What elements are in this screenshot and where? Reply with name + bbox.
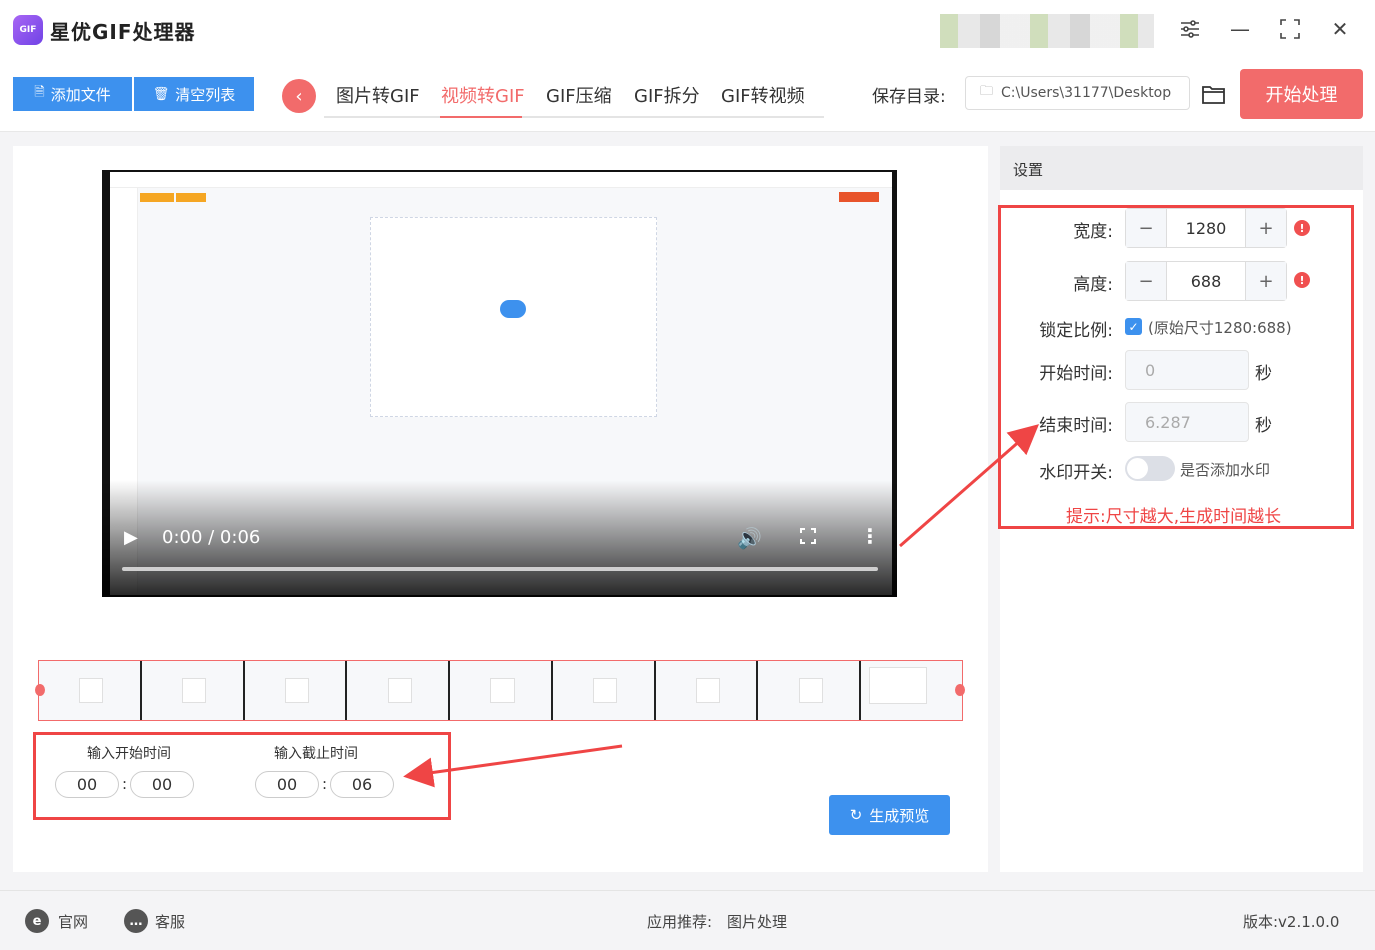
video-content-red-button — [839, 192, 879, 202]
width-warning-icon: ! — [1294, 220, 1310, 236]
tab-gif-to-video[interactable]: GIF转视频 — [721, 82, 805, 108]
height-increment-button[interactable]: + — [1246, 262, 1286, 300]
clear-list-label: 清空列表 — [175, 85, 236, 104]
video-content-orange-button — [140, 193, 174, 202]
width-label: 宽度: — [1073, 222, 1113, 242]
clear-list-button[interactable]: 🗑 清空列表 — [134, 77, 254, 111]
tab-video-to-gif[interactable]: 视频转GIF — [441, 82, 525, 108]
frame-filmstrip[interactable] — [38, 660, 963, 721]
settings-header: 设置 — [1000, 146, 1363, 190]
trim-start-label: 输入开始时间 — [87, 746, 171, 762]
height-warning-icon: ! — [1294, 272, 1310, 288]
start-time-unit: 秒 — [1255, 364, 1272, 384]
refresh-icon: ↻ — [849, 806, 863, 824]
tab-gif-split[interactable]: GIF拆分 — [634, 82, 700, 108]
watermark-toggle[interactable] — [1125, 456, 1175, 481]
width-decrement-button[interactable]: − — [1126, 209, 1166, 247]
lock-ratio-checkbox[interactable]: ✓ — [1125, 318, 1142, 335]
close-button[interactable]: ✕ — [1325, 14, 1355, 44]
add-file-label: 添加文件 — [50, 85, 111, 104]
maximize-button[interactable] — [1275, 14, 1305, 44]
filmstrip-frame — [758, 661, 862, 720]
recommend-link[interactable]: 图片处理 — [727, 911, 787, 932]
file-icon: 🗎 — [34, 85, 45, 100]
save-dir-value: C:\Users\31177\Desktop — [1001, 85, 1172, 101]
trim-end-minute-input[interactable]: 00 — [255, 771, 319, 798]
back-button[interactable]: ‹ — [282, 79, 316, 113]
tab-image-to-gif[interactable]: 图片转GIF — [336, 82, 420, 108]
trim-end-second-input[interactable]: 06 — [330, 771, 394, 798]
folder-outline-icon: 🗀 — [980, 84, 994, 99]
filmstrip-frame — [141, 661, 245, 720]
trim-start-handle[interactable] — [35, 684, 45, 696]
width-stepper[interactable]: − 1280 + — [1125, 208, 1287, 248]
recommend-label: 应用推荐: — [647, 913, 713, 931]
website-icon[interactable]: e — [25, 909, 49, 933]
end-time-label: 结束时间: — [1039, 416, 1113, 436]
website-link[interactable]: 官网 — [58, 911, 88, 932]
generate-preview-button[interactable]: ↻ 生成预览 — [829, 795, 950, 835]
save-dir-field[interactable]: 🗀 C:\Users\31177\Desktop — [965, 76, 1190, 110]
trim-start-second-input[interactable]: 00 — [130, 771, 194, 798]
original-size-text: (原始尺寸1280:688) — [1148, 319, 1292, 337]
height-decrement-button[interactable]: − — [1126, 262, 1166, 300]
version-text: 版本:v2.1.0.0 — [1243, 913, 1340, 931]
support-link[interactable]: 客服 — [155, 911, 185, 932]
trash-icon: 🗑 — [152, 86, 170, 102]
time-separator: : — [322, 775, 328, 793]
app-title: 星优GIF处理器 — [50, 20, 196, 44]
save-dir-label: 保存目录: — [872, 87, 946, 107]
filmstrip-frame — [244, 661, 348, 720]
width-value[interactable]: 1280 — [1166, 209, 1246, 247]
minimize-button[interactable]: — — [1225, 14, 1255, 44]
settings-sliders-icon[interactable] — [1175, 14, 1205, 44]
start-processing-button[interactable]: 开始处理 — [1240, 69, 1363, 119]
size-hint-text: 提示:尺寸越大,生成时间越长 — [1066, 507, 1282, 527]
height-stepper[interactable]: − 688 + — [1125, 261, 1287, 301]
watermark-label: 水印开关: — [1039, 463, 1113, 483]
end-time-unit: 秒 — [1255, 416, 1272, 436]
filmstrip-frame — [347, 661, 451, 720]
add-file-button[interactable]: 🗎 添加文件 — [13, 77, 133, 111]
video-content-topbar — [110, 172, 892, 188]
video-time: 0:00 / 0:06 — [162, 527, 261, 548]
active-tab-indicator — [440, 116, 522, 118]
play-icon[interactable]: ▶ — [124, 527, 138, 548]
watermark-text: 是否添加水印 — [1180, 461, 1271, 479]
open-folder-icon[interactable] — [1200, 80, 1228, 108]
filmstrip-frame — [655, 661, 759, 720]
filmstrip-frame — [39, 661, 142, 720]
end-time-input[interactable]: 6.287 — [1125, 402, 1249, 442]
support-chat-icon[interactable]: … — [124, 909, 148, 933]
fullscreen-icon[interactable] — [799, 526, 817, 550]
start-time-label: 开始时间: — [1039, 364, 1113, 384]
start-time-input[interactable]: 0 — [1125, 350, 1249, 390]
user-avatar[interactable] — [940, 14, 1154, 48]
more-options-icon[interactable]: ⋮ — [860, 524, 880, 548]
width-increment-button[interactable]: + — [1246, 209, 1286, 247]
time-separator: : — [122, 775, 128, 793]
title-bar — [0, 0, 1375, 60]
filmstrip-frame — [450, 661, 553, 720]
video-progress-bar[interactable] — [122, 567, 878, 571]
filmstrip-frame — [861, 661, 963, 720]
filmstrip-frame — [552, 661, 656, 720]
video-content-orange-button-2 — [176, 193, 206, 202]
app-logo-icon: GIF — [13, 15, 43, 45]
upload-cloud-icon — [500, 300, 526, 318]
lock-ratio-label: 锁定比例: — [1039, 321, 1113, 341]
tab-gif-compress[interactable]: GIF压缩 — [546, 82, 612, 108]
trim-end-label: 输入截止时间 — [274, 746, 358, 762]
trim-start-minute-input[interactable]: 00 — [55, 771, 119, 798]
volume-icon[interactable]: 🔊 — [737, 526, 762, 550]
generate-preview-label: 生成预览 — [869, 806, 930, 825]
height-label: 高度: — [1073, 275, 1113, 295]
trim-end-handle[interactable] — [955, 684, 965, 696]
height-value[interactable]: 688 — [1166, 262, 1246, 300]
